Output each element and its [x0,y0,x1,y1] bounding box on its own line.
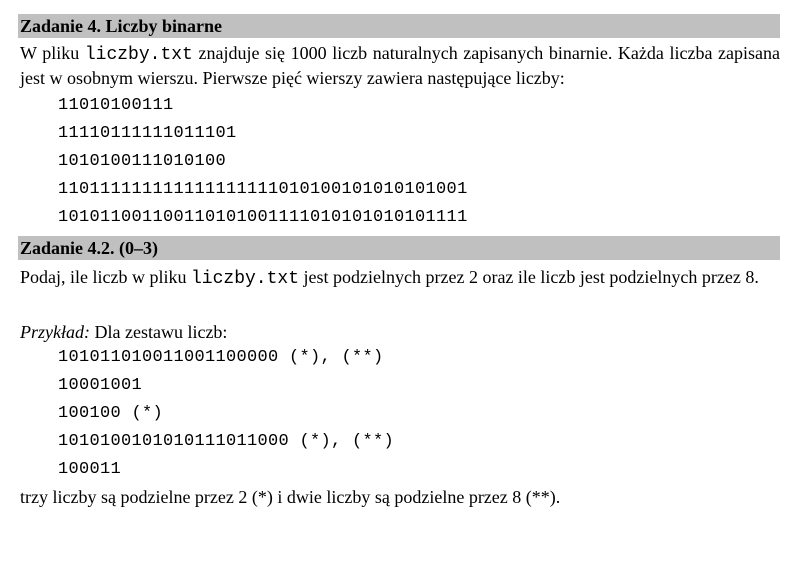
section-title: Zadanie 4.2. (0–3) [20,238,159,258]
intro-paragraph: W pliku liczby.txt znajduje się 1000 lic… [18,42,780,90]
section-header-task4-2: Zadanie 4.2. (0–3) [18,236,780,260]
document-page: Zadanie 4. Liczby binarne W pliku liczby… [18,14,780,509]
section-header-task4: Zadanie 4. Liczby binarne [18,14,780,38]
example-number: 100011 [58,460,122,479]
intro-text-start: W pliku [20,43,85,63]
sample-number: 101011001100110101001111010101010101111 [58,208,468,227]
sample-number: 1010100111010100 [58,152,227,171]
filename-inline: liczby.txt [84,45,193,65]
task-text-start: Podaj, ile liczb w pliku [20,267,191,287]
sample-number: 110111111111111111111010100101010101001 [58,180,468,199]
task-text-end: jest podzielnych przez 2 oraz ile liczb … [299,267,759,287]
section-title: Zadanie 4. Liczby binarne [20,16,223,36]
example-numbers-list: 101011010011001100000 (*), (**) 10001001… [18,344,780,484]
conclusion-text: trzy liczby są podzielne przez 2 (*) i d… [20,487,561,507]
sample-numbers-list: 11010100111 11110111111011101 1010100111… [18,92,780,232]
example-number: 10001001 [58,376,143,395]
example-number: 100100 (*) [58,404,164,423]
example-intro: Przykład: Dla zestawu liczb: [18,321,780,344]
example-number: 1010100101010111011000 (*), (**) [58,432,395,451]
task-paragraph: Podaj, ile liczb w pliku liczby.txt jest… [18,266,780,291]
example-label: Przykład: [20,322,90,342]
filename-inline: liczby.txt [190,269,300,289]
example-text: Dla zestawu liczb: [89,322,228,342]
example-number: 101011010011001100000 (*), (**) [58,348,384,367]
sample-number: 11110111111011101 [58,124,237,143]
sample-number: 11010100111 [58,96,174,115]
